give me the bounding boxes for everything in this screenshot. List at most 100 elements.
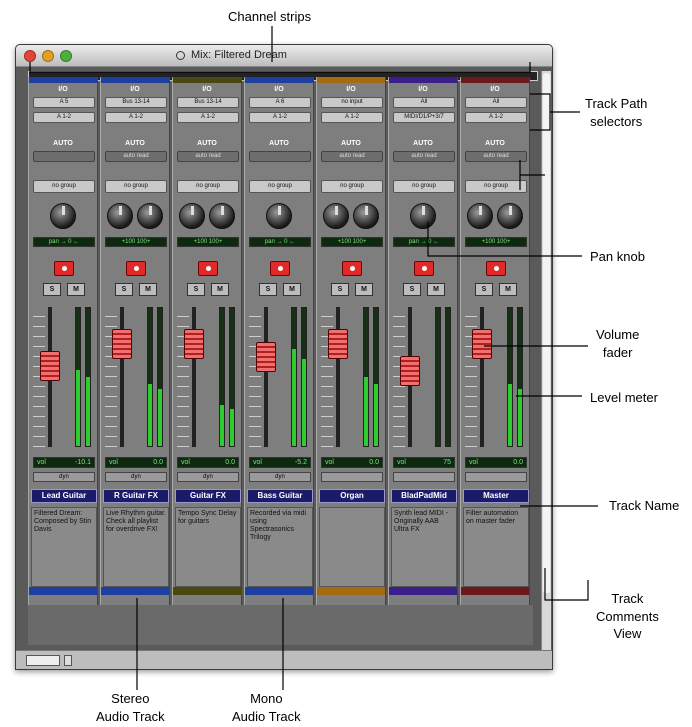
volume-fader[interactable] xyxy=(40,351,60,381)
bottom-menu-icon[interactable] xyxy=(64,655,72,666)
volume-fader[interactable] xyxy=(256,342,276,372)
pan-knob-left[interactable] xyxy=(107,203,133,229)
group-selector[interactable]: no group xyxy=(33,180,95,193)
mute-button[interactable]: M xyxy=(139,283,157,296)
automation-mode-selector[interactable] xyxy=(249,151,311,162)
solo-button[interactable]: S xyxy=(403,283,421,296)
output-path-selector[interactable]: A 1-2 xyxy=(33,112,95,123)
dyn-indicator[interactable]: dyn xyxy=(33,472,95,482)
scroll-thumb[interactable] xyxy=(543,73,550,593)
automation-mode-selector[interactable]: auto read xyxy=(393,151,455,162)
solo-button[interactable]: S xyxy=(475,283,493,296)
group-selector[interactable]: no group xyxy=(465,180,527,193)
record-enable-button[interactable] xyxy=(486,261,506,276)
output-path-selector[interactable]: A 1-2 xyxy=(321,112,383,123)
solo-button[interactable]: S xyxy=(43,283,61,296)
track-comments[interactable]: Live Rhythm guitar. Check all playlist f… xyxy=(103,507,169,587)
volume-fader[interactable] xyxy=(112,329,132,359)
view-toggle-icon[interactable] xyxy=(26,655,60,666)
pan-knob-right[interactable] xyxy=(353,203,379,229)
pan-knob[interactable] xyxy=(50,203,76,229)
dyn-indicator[interactable] xyxy=(321,472,383,482)
record-enable-button[interactable] xyxy=(414,261,434,276)
pan-knob-right[interactable] xyxy=(209,203,235,229)
group-selector[interactable]: no group xyxy=(393,180,455,193)
track-comments[interactable]: Recorded via midi using Spectrasonics Tr… xyxy=(247,507,313,587)
pan-knob-left[interactable] xyxy=(467,203,493,229)
dyn-indicator[interactable]: dyn xyxy=(105,472,167,482)
output-path-selector[interactable]: A 1-2 xyxy=(465,112,527,123)
level-meter-fill xyxy=(364,377,368,446)
automation-mode-selector[interactable]: auto read xyxy=(321,151,383,162)
callout-track-path-selectors: Track Path selectors xyxy=(585,96,648,129)
group-selector[interactable]: no group xyxy=(105,180,167,193)
solo-button[interactable]: S xyxy=(115,283,133,296)
dyn-indicator[interactable]: dyn xyxy=(249,472,311,482)
vertical-scrollbar[interactable] xyxy=(541,71,551,651)
output-path-selector[interactable]: A 1-2 xyxy=(177,112,239,123)
volume-fader[interactable] xyxy=(472,329,492,359)
input-path-selector[interactable]: All xyxy=(393,97,455,108)
solo-button[interactable]: S xyxy=(187,283,205,296)
record-enable-button[interactable] xyxy=(270,261,290,276)
output-path-selector[interactable]: A 1-2 xyxy=(105,112,167,123)
automation-mode-selector[interactable]: auto read xyxy=(465,151,527,162)
track-color-bar-bottom xyxy=(461,587,529,595)
output-path-selector[interactable]: A 1-2 xyxy=(249,112,311,123)
pan-knob[interactable] xyxy=(266,203,292,229)
dyn-indicator[interactable] xyxy=(393,472,455,482)
dyn-indicator[interactable] xyxy=(465,472,527,482)
automation-label: AUTO xyxy=(53,140,73,147)
volume-fader[interactable] xyxy=(328,329,348,359)
dyn-indicator[interactable]: dyn xyxy=(177,472,239,482)
pan-knob[interactable] xyxy=(410,203,436,229)
record-enable-button[interactable] xyxy=(54,261,74,276)
input-path-selector[interactable]: Bus 13-14 xyxy=(105,97,167,108)
pan-knob-right[interactable] xyxy=(137,203,163,229)
solo-button[interactable]: S xyxy=(259,283,277,296)
automation-mode-selector[interactable]: auto read xyxy=(105,151,167,162)
track-comments[interactable]: Synth lead MIDI - Originally AAB Ultra F… xyxy=(391,507,457,587)
track-name[interactable]: BladPadMid xyxy=(391,489,457,503)
track-name[interactable]: R Guitar FX xyxy=(103,489,169,503)
window-titlebar[interactable]: Mix: Filtered Dream xyxy=(16,45,552,67)
record-enable-button[interactable] xyxy=(126,261,146,276)
volume-fader[interactable] xyxy=(400,356,420,386)
record-enable-button[interactable] xyxy=(342,261,362,276)
track-name[interactable]: Lead Guitar xyxy=(31,489,97,503)
group-selector[interactable]: no group xyxy=(321,180,383,193)
track-comments[interactable]: Filtered Dream: Composed by Stin Davis xyxy=(31,507,97,587)
minimize-button[interactable] xyxy=(42,50,54,62)
mute-button[interactable]: M xyxy=(211,283,229,296)
input-path-selector[interactable]: A 6 xyxy=(249,97,311,108)
group-selector[interactable]: no group xyxy=(249,180,311,193)
track-name[interactable]: Master xyxy=(463,489,529,503)
automation-mode-selector[interactable] xyxy=(33,151,95,162)
track-comments[interactable] xyxy=(319,507,385,587)
input-path-selector[interactable]: Bus 13-14 xyxy=(177,97,239,108)
mute-button[interactable]: M xyxy=(499,283,517,296)
volume-fader[interactable] xyxy=(184,329,204,359)
group-selector[interactable]: no group xyxy=(177,180,239,193)
track-comments[interactable]: Filter automation on master fader xyxy=(463,507,529,587)
output-path-selector[interactable]: MIDI/D1/P+3/7 xyxy=(393,112,455,123)
mute-button[interactable]: M xyxy=(427,283,445,296)
track-name[interactable]: Bass Guitar xyxy=(247,489,313,503)
solo-button[interactable]: S xyxy=(331,283,349,296)
input-path-selector[interactable]: All xyxy=(465,97,527,108)
close-button[interactable] xyxy=(24,50,36,62)
input-path-selector[interactable]: A 5 xyxy=(33,97,95,108)
mute-button[interactable]: M xyxy=(355,283,373,296)
record-enable-button[interactable] xyxy=(198,261,218,276)
pan-knob-right[interactable] xyxy=(497,203,523,229)
track-name[interactable]: Organ xyxy=(319,489,385,503)
mute-button[interactable]: M xyxy=(67,283,85,296)
pan-knob-left[interactable] xyxy=(323,203,349,229)
mute-button[interactable]: M xyxy=(283,283,301,296)
track-comments[interactable]: Tempo Sync Delay for guitars xyxy=(175,507,241,587)
track-name[interactable]: Guitar FX xyxy=(175,489,241,503)
input-path-selector[interactable]: no input xyxy=(321,97,383,108)
zoom-button[interactable] xyxy=(60,50,72,62)
automation-mode-selector[interactable]: auto read xyxy=(177,151,239,162)
pan-knob-left[interactable] xyxy=(179,203,205,229)
